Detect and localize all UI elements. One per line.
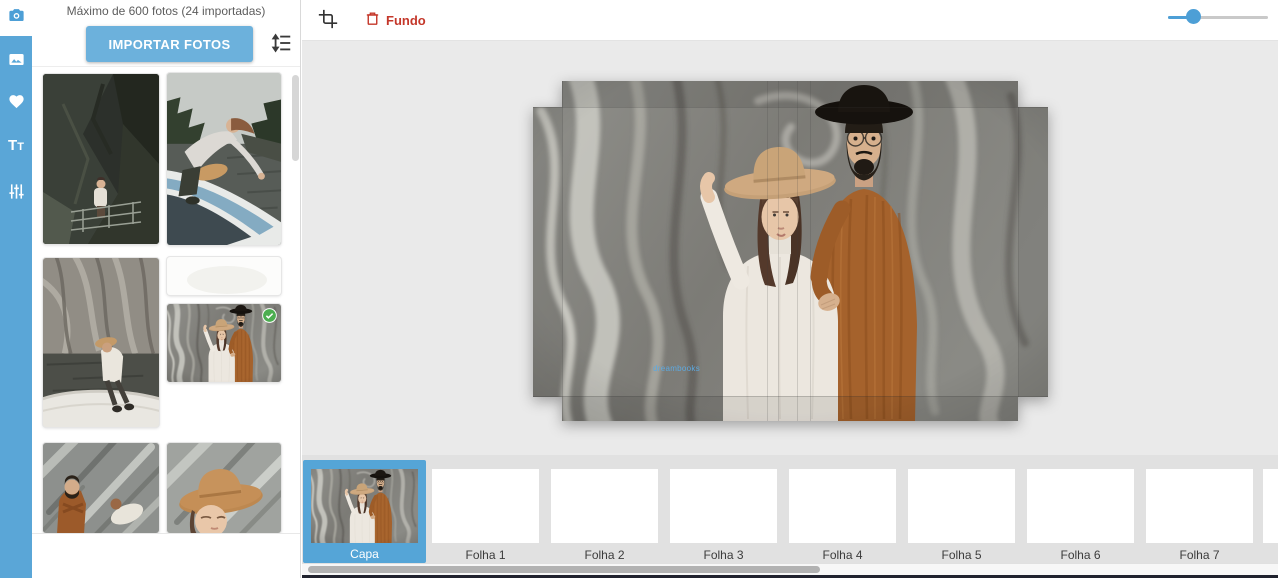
- import-photos-button[interactable]: IMPORTAR FOTOS: [86, 26, 253, 62]
- text-icon: TT: [8, 138, 24, 154]
- rail-tab-text[interactable]: TT: [0, 128, 32, 164]
- couple-cover-photo: [533, 81, 1048, 421]
- bleed-top: [562, 81, 1018, 107]
- page-thumbnail: [908, 469, 1015, 543]
- spine-guide-4: [810, 81, 811, 421]
- photos-panel-footer: [32, 533, 300, 578]
- filmstrip-scrollbar[interactable]: [302, 563, 1278, 575]
- fold-guide-bottom: [533, 396, 1048, 397]
- bleed-bottom: [533, 396, 1048, 421]
- photo-thumbnail-marble-couple[interactable]: [43, 443, 159, 533]
- photos-icon: [7, 50, 26, 74]
- line-spacing-icon: [271, 42, 293, 57]
- photo-count-note: Máximo de 600 fotos (24 importadas): [32, 4, 300, 18]
- page-thumbnail: [551, 469, 658, 543]
- cover-spread[interactable]: dreambooks: [533, 81, 1048, 421]
- page-thumbnail: [432, 469, 539, 543]
- page-thumbnail: [1027, 469, 1134, 543]
- panel-divider: [32, 66, 300, 67]
- tool-rail: TT: [0, 0, 32, 578]
- page-label: Folha 6: [1021, 548, 1140, 562]
- filmstrip-page[interactable]: Folha 1: [426, 460, 545, 563]
- photo-thumbnail-boat-lean[interactable]: [167, 73, 281, 245]
- filmstrip-page[interactable]: Folha 6: [1021, 460, 1140, 563]
- filmstrip-scrollbar-thumb[interactable]: [308, 566, 820, 573]
- rail-tab-layouts[interactable]: [0, 44, 32, 80]
- filmstrip-page[interactable]: Folha 7: [1140, 460, 1259, 563]
- adjustments-icon: [7, 182, 26, 206]
- spine-guide-2: [778, 81, 779, 421]
- page-label: Folha 1: [426, 548, 545, 562]
- rail-tab-adjustments[interactable]: [0, 176, 32, 212]
- rail-tab-photos-camera[interactable]: [0, 0, 32, 36]
- rail-tab-favorites[interactable]: [0, 86, 32, 122]
- photo-thumbnail-couple[interactable]: [167, 304, 281, 382]
- canvas-zoom-slider[interactable]: [1168, 10, 1268, 24]
- photo-thumbnail-cliff[interactable]: [43, 74, 159, 244]
- pages-filmstrip: Capa Folha 1 Folha 2 Folha 3: [302, 455, 1278, 563]
- delete-background-button[interactable]: Fundo: [364, 8, 426, 32]
- photos-scrollbar[interactable]: [292, 75, 299, 161]
- filmstrip-page-cover[interactable]: Capa: [303, 460, 426, 563]
- filmstrip-page[interactable]: Folha 4: [783, 460, 902, 563]
- photo-thumbnail-white[interactable]: [167, 257, 281, 295]
- page-label: Folha 2: [545, 548, 664, 562]
- fold-guide-right: [1018, 81, 1019, 421]
- page-thumbnail: [789, 469, 896, 543]
- watermark-text: dreambooks: [653, 364, 700, 373]
- slider-thumb[interactable]: [1186, 9, 1201, 24]
- bleed-right: [1019, 107, 1048, 396]
- photobook-editor-window: TT Máximo de 600 fotos (24 importadas) I…: [0, 0, 1278, 578]
- bleed-left: [533, 107, 562, 396]
- filmstrip-page[interactable]: Folha 5: [902, 460, 1021, 563]
- spine-guide-3: [797, 81, 798, 421]
- photo-thumbnail-hat-woman[interactable]: [167, 443, 281, 533]
- page-thumbnail: [670, 469, 777, 543]
- cover-page-thumbnail: [311, 469, 418, 543]
- filmstrip-page-partial[interactable]: [1263, 469, 1278, 543]
- fold-guide-left: [562, 81, 563, 421]
- page-label: Folha 5: [902, 548, 1021, 562]
- sheet-pages: Folha 1 Folha 2 Folha 3 Folha 4: [426, 460, 1259, 563]
- camera-icon: [7, 6, 26, 30]
- trash-icon: [364, 10, 381, 30]
- photo-thumbnail-boat-sit[interactable]: [43, 258, 159, 427]
- sort-photos-button[interactable]: [270, 32, 294, 56]
- filmstrip-page[interactable]: Folha 3: [664, 460, 783, 563]
- page-label: Folha 7: [1140, 548, 1259, 562]
- cover-spread-photo[interactable]: dreambooks: [533, 81, 1048, 421]
- photos-panel: Máximo de 600 fotos (24 importadas) IMPO…: [32, 0, 301, 578]
- fold-guide-top: [533, 107, 1048, 108]
- canvas-toolbar: Fundo: [302, 0, 1278, 41]
- page-label: Folha 3: [664, 548, 783, 562]
- photo-used-check-icon: [262, 308, 277, 323]
- crop-button[interactable]: [316, 8, 340, 32]
- page-thumbnail: [1146, 469, 1253, 543]
- delete-background-label: Fundo: [386, 13, 426, 28]
- page-label: Folha 4: [783, 548, 902, 562]
- crop-icon: [318, 17, 338, 32]
- heart-icon: [7, 92, 26, 116]
- cover-page-label: Capa: [303, 547, 426, 561]
- spine-guide-1: [767, 81, 768, 421]
- filmstrip-page[interactable]: Folha 2: [545, 460, 664, 563]
